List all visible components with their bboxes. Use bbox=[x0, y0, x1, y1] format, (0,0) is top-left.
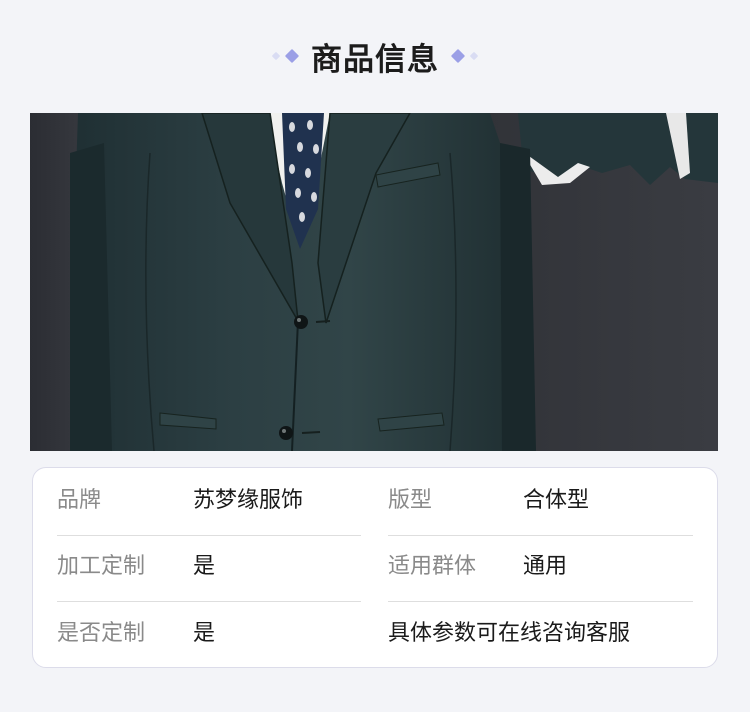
custom-made-value: 是 bbox=[193, 621, 216, 646]
target-group-value: 通用 bbox=[523, 554, 568, 579]
right-diamond-decoration bbox=[450, 48, 479, 64]
diamond-icon bbox=[284, 48, 300, 64]
info-row: 是否定制 是 具体参数可在线咨询客服 bbox=[33, 601, 719, 667]
diamond-icon bbox=[450, 48, 466, 64]
fit-label: 版型 bbox=[388, 488, 433, 513]
diamond-icon bbox=[271, 51, 281, 61]
customization-value: 是 bbox=[193, 554, 216, 579]
fit-value: 合体型 bbox=[523, 488, 590, 513]
info-row: 品牌 苏梦缘服饰 版型 合体型 bbox=[33, 468, 719, 534]
section-header: 商品信息 bbox=[0, 28, 750, 84]
customization-label: 加工定制 bbox=[57, 554, 146, 579]
info-row: 加工定制 是 适用群体 通用 bbox=[33, 534, 719, 600]
diamond-icon bbox=[469, 51, 479, 61]
left-diamond-decoration bbox=[271, 48, 300, 64]
brand-value: 苏梦缘服饰 bbox=[193, 488, 304, 513]
custom-made-label: 是否定制 bbox=[57, 621, 146, 646]
section-title: 商品信息 bbox=[311, 41, 439, 78]
product-info-page: 商品信息 品牌 苏梦缘服饰 版型 合体型 加工定制 是 适用群体 通用 是否定制… bbox=[0, 0, 750, 712]
brand-label: 品牌 bbox=[57, 488, 102, 513]
consult-service-note: 具体参数可在线咨询客服 bbox=[388, 621, 631, 646]
product-photo bbox=[30, 113, 718, 451]
product-info-card: 品牌 苏梦缘服饰 版型 合体型 加工定制 是 适用群体 通用 是否定制 是 具体… bbox=[32, 467, 718, 668]
target-group-label: 适用群体 bbox=[388, 554, 477, 579]
